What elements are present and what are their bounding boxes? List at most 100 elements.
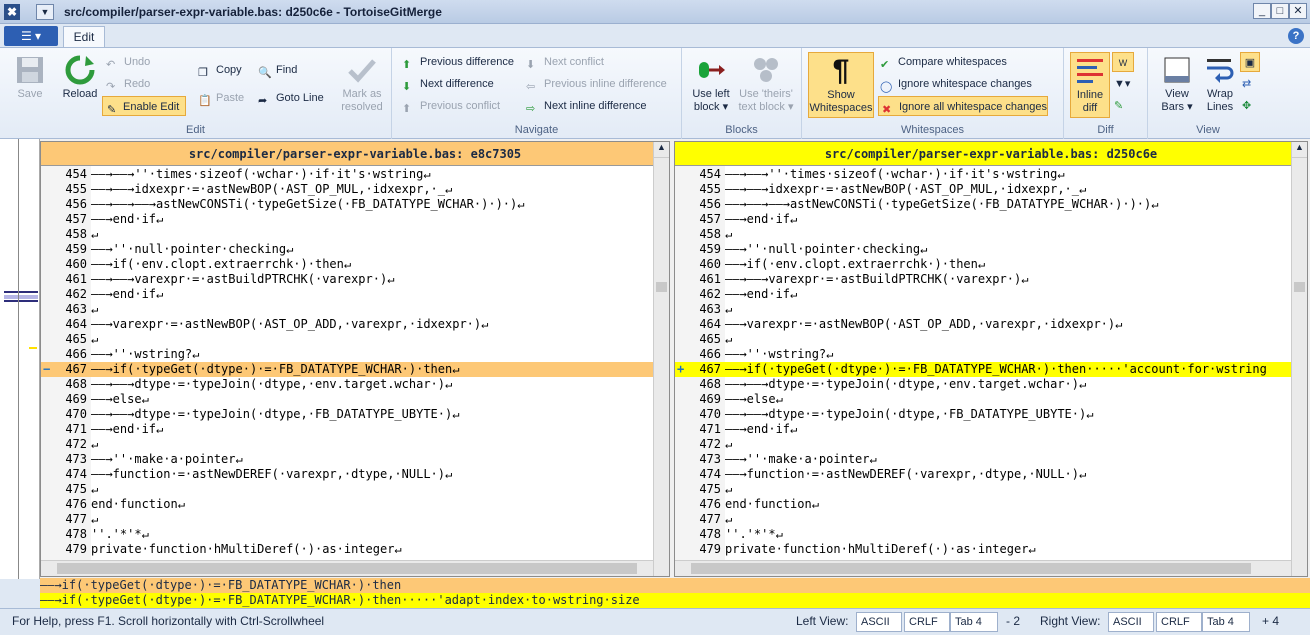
- paste-button[interactable]: 📋 Paste: [198, 88, 244, 108]
- left-eol-select[interactable]: CRLF: [904, 612, 950, 632]
- swap-icon[interactable]: ⇄: [1242, 74, 1251, 94]
- right-eol-select[interactable]: CRLF: [1156, 612, 1202, 632]
- mark-as-resolved-button[interactable]: Mark as resolved: [336, 54, 388, 114]
- code-line[interactable]: 478 ''.'*'*↵: [675, 527, 1291, 542]
- save-button[interactable]: Save: [8, 54, 52, 101]
- help-icon[interactable]: ?: [1288, 28, 1304, 44]
- code-line[interactable]: 472 ↵: [41, 437, 653, 452]
- code-line[interactable]: 454 ——→——→''·times·sizeof(·wchar·)·if·it'…: [41, 167, 653, 182]
- previous-difference-button[interactable]: ⬆ Previous difference: [402, 52, 514, 72]
- maximize-button[interactable]: □: [1271, 3, 1289, 19]
- code-line[interactable]: 475 ↵: [675, 482, 1291, 497]
- code-line[interactable]: 477 ↵: [675, 512, 1291, 527]
- left-vertical-scrollbar[interactable]: ▲: [653, 142, 669, 576]
- code-line[interactable]: 470 ——→——→dtype·=·typeJoin(·dtype,·FB_DAT…: [675, 407, 1291, 422]
- code-line[interactable]: 460 ——→if(·env.clopt.extraerrchk·)·then↵: [41, 257, 653, 272]
- code-line[interactable]: 469 ——→else↵: [41, 392, 653, 407]
- code-line[interactable]: 462 ——→end·if↵: [675, 287, 1291, 302]
- code-line[interactable]: 479 private·function·hMultiDeref(·)·as·in…: [675, 542, 1291, 557]
- ignore-all-whitespace-changes-option[interactable]: ✖ Ignore all whitespace changes: [878, 96, 1048, 116]
- code-line[interactable]: 477 ↵: [41, 512, 653, 527]
- code-line[interactable]: 468 ——→——→dtype·=·typeJoin(·dtype,·env.ta…: [41, 377, 653, 392]
- redo-button[interactable]: ↷ Redo: [106, 74, 150, 94]
- code-line[interactable]: 455 ——→——→idxexpr·=·astNewBOP(·AST_OP_MUL…: [675, 182, 1291, 197]
- code-line[interactable]: 461 ——→——→varexpr·=·astBuildPTRCHK(·varex…: [675, 272, 1291, 287]
- word-diff-icon[interactable]: W: [1112, 52, 1134, 72]
- code-line[interactable]: 455 ——→——→idxexpr·=·astNewBOP(·AST_OP_MUL…: [41, 182, 653, 197]
- view-bars-button[interactable]: View Bars ▾: [1156, 54, 1198, 114]
- code-line[interactable]: 469 ——→else↵: [675, 392, 1291, 407]
- code-line[interactable]: 457 ——→end·if↵: [41, 212, 653, 227]
- close-button[interactable]: ✕: [1289, 3, 1307, 19]
- tab-edit[interactable]: Edit: [63, 26, 105, 48]
- use-left-block-button[interactable]: Use left block ▾: [688, 54, 734, 114]
- next-inline-difference-button[interactable]: ⇨ Next inline difference: [526, 96, 647, 116]
- code-line[interactable]: 476 end·function↵: [675, 497, 1291, 512]
- previous-inline-difference-button[interactable]: ⇦ Previous inline difference: [526, 74, 667, 94]
- next-conflict-button[interactable]: ⬇ Next conflict: [526, 52, 604, 72]
- application-menu-button[interactable]: ☰ ▾: [4, 26, 58, 46]
- right-encoding-select[interactable]: ASCII: [1108, 612, 1154, 632]
- right-horizontal-scrollbar[interactable]: [675, 560, 1291, 576]
- copy-button[interactable]: ❐ Copy: [198, 60, 242, 80]
- highlight-icon[interactable]: ✎: [1114, 96, 1123, 116]
- code-line[interactable]: 461 ——→——→varexpr·=·astBuildPTRCHK(·varex…: [41, 272, 653, 287]
- code-line[interactable]: 475 ↵: [41, 482, 653, 497]
- scroll-thumb[interactable]: [1294, 282, 1305, 292]
- code-line[interactable]: 464 ——→varexpr·=·astNewBOP(·AST_OP_ADD,·v…: [675, 317, 1291, 332]
- goto-line-button[interactable]: ➦ Goto Line: [258, 88, 324, 108]
- code-line[interactable]: 462 ——→end·if↵: [41, 287, 653, 302]
- code-line[interactable]: 472 ↵: [675, 437, 1291, 452]
- code-line[interactable]: 471 ——→end·if↵: [675, 422, 1291, 437]
- code-line[interactable]: 465 ↵: [675, 332, 1291, 347]
- left-encoding-select[interactable]: ASCII: [856, 612, 902, 632]
- scroll-thumb[interactable]: [656, 282, 667, 292]
- code-line[interactable]: 460 ——→if(·env.clopt.extraerrchk·)·then↵: [675, 257, 1291, 272]
- code-line[interactable]: 459 ——→''·null·pointer·checking↵: [675, 242, 1291, 257]
- scroll-thumb[interactable]: [57, 563, 637, 574]
- code-line[interactable]: 474 ——→function·=·astNewDEREF(·varexpr,·d…: [675, 467, 1291, 482]
- code-line[interactable]: 470 ——→——→dtype·=·typeJoin(·dtype,·FB_DAT…: [41, 407, 653, 422]
- code-line[interactable]: 471 ——→end·if↵: [41, 422, 653, 437]
- undo-button[interactable]: ↶ Undo: [106, 52, 150, 72]
- quick-access-dropdown[interactable]: ▼: [36, 4, 54, 20]
- location-bar[interactable]: [0, 139, 40, 579]
- find-button[interactable]: 🔍 Find: [258, 60, 297, 80]
- right-pane[interactable]: src/compiler/parser-expr-variable.bas: d…: [674, 141, 1308, 577]
- code-line[interactable]: 456 ——→——→——→astNewCONSTi(·typeGetSize(·F…: [675, 197, 1291, 212]
- code-line[interactable]: 463 ↵: [675, 302, 1291, 317]
- right-vertical-scrollbar[interactable]: ▲: [1291, 142, 1307, 576]
- ignore-whitespace-changes-option[interactable]: ◯ Ignore whitespace changes: [880, 74, 1032, 94]
- code-line[interactable]: 474 ——→function·=·astNewDEREF(·varexpr,·d…: [41, 467, 653, 482]
- scroll-up-arrow[interactable]: ▲: [654, 142, 669, 158]
- left-horizontal-scrollbar[interactable]: [41, 560, 653, 576]
- scroll-up-arrow[interactable]: ▲: [1292, 142, 1307, 158]
- next-difference-button[interactable]: ⬇ Next difference: [402, 74, 494, 94]
- code-line[interactable]: 473 ——→''·make·a·pointer↵: [675, 452, 1291, 467]
- minimize-button[interactable]: _: [1253, 3, 1271, 19]
- code-line[interactable]: 466 ——→''·wstring?↵: [675, 347, 1291, 362]
- code-line[interactable]: 478 ''.'*'*↵: [41, 527, 653, 542]
- enable-edit-button[interactable]: ✎ Enable Edit: [102, 96, 186, 116]
- left-code-lines[interactable]: 454 ——→——→''·times·sizeof(·wchar·)·if·it'…: [41, 167, 653, 560]
- show-whitespaces-button[interactable]: ¶ Show Whitespaces: [808, 52, 874, 118]
- right-code-lines[interactable]: 454 ——→——→''·times·sizeof(·wchar·)·if·it'…: [675, 167, 1291, 560]
- code-line[interactable]: 464 ——→varexpr·=·astNewBOP(·AST_OP_ADD,·v…: [41, 317, 653, 332]
- app-icon[interactable]: ✖: [4, 4, 20, 20]
- left-tab-select[interactable]: Tab 4: [950, 612, 998, 632]
- code-line[interactable]: 459 ——→''·null·pointer·checking↵: [41, 242, 653, 257]
- code-line[interactable]: 458 ↵: [41, 227, 653, 242]
- code-line[interactable]: 476 end·function↵: [41, 497, 653, 512]
- reload-button[interactable]: Reload: [58, 54, 102, 101]
- use-theirs-block-button[interactable]: Use 'theirs' text block ▾: [736, 54, 796, 114]
- code-line[interactable]: 473 ——→''·make·a·pointer↵: [41, 452, 653, 467]
- code-line[interactable]: 454 ——→——→''·times·sizeof(·wchar·)·if·it'…: [675, 167, 1291, 182]
- code-line[interactable]: +467 ——→if(·typeGet(·dtype·)·=·FB_DATATYP…: [675, 362, 1291, 377]
- code-line[interactable]: 456 ——→——→——→astNewCONSTi(·typeGetSize(·F…: [41, 197, 653, 212]
- code-line[interactable]: 463 ↵: [41, 302, 653, 317]
- scroll-thumb[interactable]: [691, 563, 1251, 574]
- layout-toggle-icon[interactable]: ▣: [1240, 52, 1260, 72]
- code-line[interactable]: 457 ——→end·if↵: [675, 212, 1291, 227]
- inline-diff-button[interactable]: Inline diff: [1070, 52, 1110, 118]
- code-line[interactable]: 458 ↵: [675, 227, 1291, 242]
